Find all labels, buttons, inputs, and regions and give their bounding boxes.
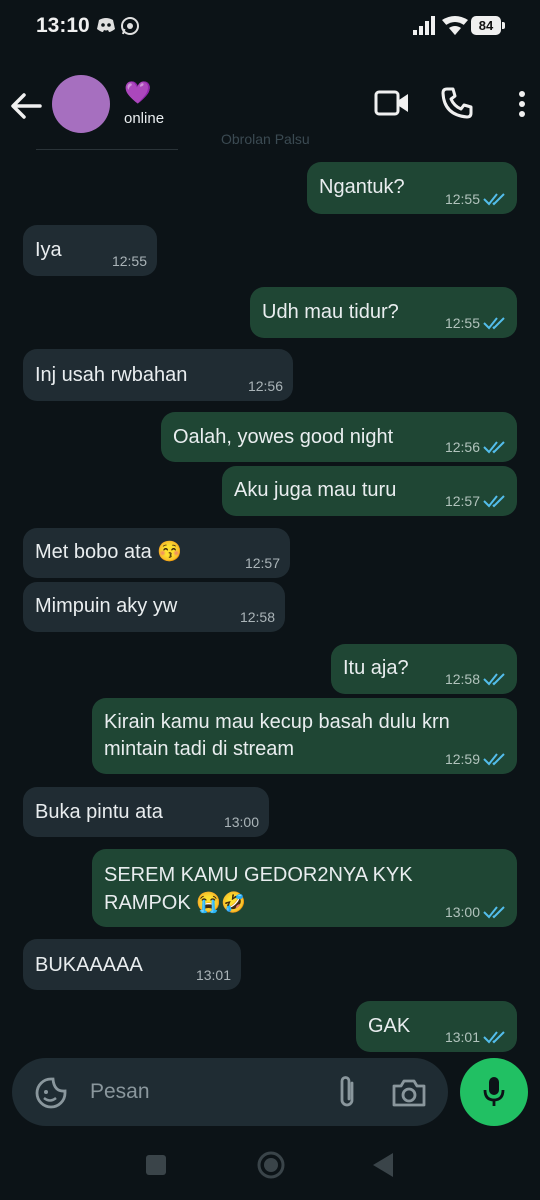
discord-icon <box>97 18 115 32</box>
mic-icon <box>483 1077 505 1106</box>
message-time: 12:57 <box>244 555 280 571</box>
message-text: BUKAAAAA <box>35 954 143 976</box>
message-bubble-incoming[interactable]: BUKAAAAA 13:01 <box>23 939 241 990</box>
message-text: Oalah, yowes good night <box>173 426 394 448</box>
whatsapp-icon <box>121 17 139 35</box>
battery-tip <box>502 22 505 29</box>
message-bubble-incoming[interactable]: Iya 12:55 <box>23 225 157 276</box>
double-check-icon <box>483 317 505 330</box>
message-bubble-outgoing[interactable]: Itu aja? 12:58 <box>331 644 517 694</box>
header-divider <box>36 149 178 150</box>
arrow-left-icon[interactable] <box>8 88 44 124</box>
message-time: 13:00 <box>223 814 259 830</box>
message-time: 12:58 <box>239 609 275 625</box>
system-nav-bar <box>0 1128 540 1200</box>
watermark-caption: Obrolan Palsu <box>221 131 310 147</box>
message-text: Buka pintu ata <box>35 801 163 823</box>
nav-back-icon[interactable] <box>372 1152 394 1178</box>
message-text-line: RAMPOK 😭🤣 <box>104 892 247 914</box>
sticker-icon[interactable] <box>34 1076 68 1110</box>
more-vert-icon[interactable] <box>516 90 528 120</box>
message-bubble-outgoing[interactable]: Kirain kamu mau kecup basah dulu krn min… <box>92 698 517 774</box>
mic-button[interactable] <box>460 1058 528 1126</box>
status-bar: 13:10 84 <box>0 0 540 54</box>
message-text: Itu aja? <box>343 657 409 679</box>
message-text: Inj usah rwbahan <box>35 364 188 386</box>
double-check-icon <box>483 753 505 766</box>
message-text: Met bobo ata 😚 <box>35 541 183 563</box>
message-text: Aku juga mau turu <box>234 479 397 501</box>
message-time: 13:01 <box>195 967 231 983</box>
recents-icon[interactable] <box>145 1154 167 1176</box>
camera-icon[interactable] <box>391 1078 427 1108</box>
message-composer[interactable] <box>12 1058 448 1126</box>
battery-indicator: 84 <box>471 16 501 35</box>
message-time: 13:00 <box>444 904 480 920</box>
message-text: Ngantuk? <box>319 176 405 198</box>
message-input[interactable]: Pesan <box>90 1080 150 1104</box>
wifi-icon <box>442 16 468 35</box>
double-check-icon <box>483 193 505 206</box>
double-check-icon <box>483 495 505 508</box>
message-text-line: Kirain kamu mau kecup basah dulu krn <box>104 711 450 733</box>
message-text-line: mintain tadi di stream <box>104 738 295 760</box>
message-text-line: SEREM KAMU GEDOR2NYA KYK <box>104 864 413 886</box>
double-check-icon <box>483 441 505 454</box>
message-text: GAK <box>368 1015 411 1037</box>
message-bubble-outgoing[interactable]: Oalah, yowes good night 12:56 <box>161 412 517 462</box>
message-bubble-outgoing[interactable]: SEREM KAMU GEDOR2NYA KYK RAMPOK 😭🤣 13:00 <box>92 849 517 927</box>
message-time: 12:57 <box>444 493 480 509</box>
message-bubble-incoming[interactable]: Buka pintu ata 13:00 <box>23 787 269 837</box>
message-bubble-outgoing[interactable]: GAK 13:01 <box>356 1001 517 1052</box>
message-bubble-incoming[interactable]: Inj usah rwbahan 12:56 <box>23 349 293 401</box>
paperclip-icon[interactable] <box>336 1074 360 1110</box>
phone-icon[interactable] <box>440 86 474 120</box>
message-bubble-incoming[interactable]: Mimpuin aky yw 12:58 <box>23 582 285 632</box>
message-time: 12:58 <box>444 671 480 687</box>
message-time: 12:55 <box>444 315 480 331</box>
signal-icon <box>413 16 435 35</box>
message-time: 12:59 <box>444 751 480 767</box>
message-time: 12:55 <box>444 191 480 207</box>
message-bubble-incoming[interactable]: Met bobo ata 😚 12:57 <box>23 528 290 578</box>
message-time: 12:56 <box>444 439 480 455</box>
message-time: 12:56 <box>247 378 283 394</box>
video-call-icon[interactable] <box>374 88 410 118</box>
status-time: 13:10 <box>36 14 90 37</box>
message-time: 13:01 <box>444 1029 480 1045</box>
message-text: Iya <box>35 239 62 261</box>
double-check-icon <box>483 1031 505 1044</box>
message-bubble-outgoing[interactable]: Udh mau tidur? 12:55 <box>250 287 517 338</box>
message-bubble-outgoing[interactable]: Aku juga mau turu 12:57 <box>222 466 517 516</box>
avatar[interactable] <box>52 75 110 133</box>
contact-name[interactable]: 💜 <box>124 80 151 106</box>
double-check-icon <box>483 906 505 919</box>
home-icon[interactable] <box>256 1150 286 1180</box>
message-bubble-outgoing[interactable]: Ngantuk? 12:55 <box>307 162 517 214</box>
message-text: Udh mau tidur? <box>262 301 399 323</box>
double-check-icon <box>483 673 505 686</box>
message-text: Mimpuin aky yw <box>35 595 178 617</box>
contact-status: online <box>124 110 165 127</box>
message-time: 12:55 <box>111 253 147 269</box>
